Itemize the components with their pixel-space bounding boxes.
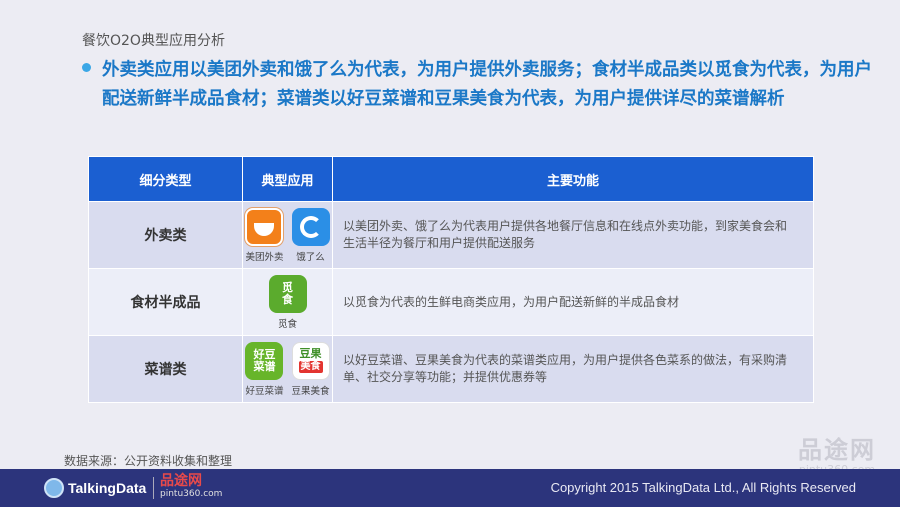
footer-divider	[153, 477, 154, 499]
row-desc: 以美团外卖、饿了么为代表用户提供各地餐厅信息和在线点外卖功能，到家美食会和 生活…	[332, 201, 814, 269]
desc-line: 以好豆菜谱、豆果美食为代表的菜谱类应用，为用户提供各色菜系的做法，有采购清	[343, 353, 788, 367]
app-eleme: 饿了么	[291, 207, 330, 263]
globe-icon	[44, 478, 64, 498]
app-caption: 美团外卖	[245, 251, 284, 263]
row-apps: 美团外卖 饿了么	[242, 201, 333, 269]
footer: TalkingData 品途网 pintu360.com Copyright 2…	[0, 469, 900, 507]
desc-line: 以美团外卖、饿了么为代表用户提供各地餐厅信息和在线点外卖功能，到家美食会和	[343, 219, 788, 233]
headline: 外卖类应用以美团外卖和饿了么为代表，为用户提供外卖服务；食材半成品类以觅食为代表…	[82, 56, 882, 114]
app-haodou: 好豆 菜谱 好豆菜谱	[245, 341, 284, 397]
app-meituan: 美团外卖	[245, 207, 284, 263]
row-apps: 觅食 觅食 觅食	[242, 268, 333, 336]
table-header-row: 细分类型 典型应用 主要功能	[88, 156, 814, 202]
headline-line-1: 外卖类应用以美团外卖和饿了么为代表，为用户提供外卖服务；食材半成品类以觅食为代表…	[102, 60, 872, 80]
app-douguo: 豆果 美食 豆果美食	[291, 341, 330, 397]
desc-line: 生活半径为餐厅和用户提供配送服务	[343, 236, 536, 250]
table-row: 菜谱类 好豆 菜谱 好豆菜谱 豆果 美食 豆果美食 以好豆菜谱、豆果美食为代表的…	[88, 335, 814, 403]
app-caption: 好豆菜谱	[245, 385, 284, 397]
talkingdata-logo: TalkingData	[44, 478, 146, 498]
row-desc: 以好豆菜谱、豆果美食为代表的菜谱类应用，为用户提供各色菜系的做法，有采购清 单、…	[332, 335, 814, 403]
row-type: 外卖类	[88, 201, 243, 269]
app-caption: 豆果美食	[291, 385, 330, 397]
row-apps: 好豆 菜谱 好豆菜谱 豆果 美食 豆果美食	[242, 335, 333, 403]
header-apps: 典型应用	[242, 156, 333, 202]
app-mishi: 觅食 觅食 觅食	[268, 274, 307, 330]
header-features: 主要功能	[332, 156, 814, 202]
eleme-icon	[291, 207, 330, 246]
pintu-logo: 品途网 pintu360.com	[160, 473, 222, 500]
table-row: 食材半成品 觅食 觅食 觅食 以觅食为代表的生鲜电商类应用，为用户配送新鲜的半成…	[88, 268, 814, 336]
copyright: Copyright 2015 TalkingData Ltd., All Rig…	[550, 480, 856, 495]
row-type: 食材半成品	[88, 268, 243, 336]
meituan-waimai-icon	[245, 207, 284, 246]
mishi-icon: 觅食 觅食	[268, 274, 307, 313]
page-title: 餐饮O2O典型应用分析	[82, 33, 225, 49]
desc-line: 以觅食为代表的生鲜电商类应用，为用户配送新鲜的半成品食材	[343, 294, 680, 309]
row-desc: 以觅食为代表的生鲜电商类应用，为用户配送新鲜的半成品食材	[332, 268, 814, 336]
douguo-icon: 豆果 美食	[291, 341, 330, 380]
app-caption: 饿了么	[296, 251, 325, 263]
row-type: 菜谱类	[88, 335, 243, 403]
haodou-icon: 好豆 菜谱	[245, 341, 284, 380]
watermark-cn: 品途网	[798, 436, 876, 464]
brand-name: TalkingData	[68, 480, 147, 496]
header-type: 细分类型	[88, 156, 243, 202]
desc-line: 单、社交分享等功能；并提供优惠券等	[343, 370, 548, 384]
bullet-icon	[82, 63, 91, 72]
source-note: 数据来源：公开资料收集和整理	[64, 454, 233, 468]
table-row: 外卖类 美团外卖 饿了么 以美团外卖、饿了么为代表用户提供各地餐厅信息和在线点外…	[88, 201, 814, 269]
headline-line-2: 配送新鲜半成品食材；菜谱类以好豆菜谱和豆果美食为代表，为用户提供详尽的菜谱解析	[102, 89, 785, 109]
o2o-app-table: 细分类型 典型应用 主要功能 外卖类 美团外卖 饿了么 以美团外卖、饿了么为代表…	[88, 156, 814, 403]
pintu-cn: 品途网	[160, 473, 202, 489]
app-caption: 觅食	[277, 318, 297, 330]
pintu-url: pintu360.com	[160, 489, 223, 499]
